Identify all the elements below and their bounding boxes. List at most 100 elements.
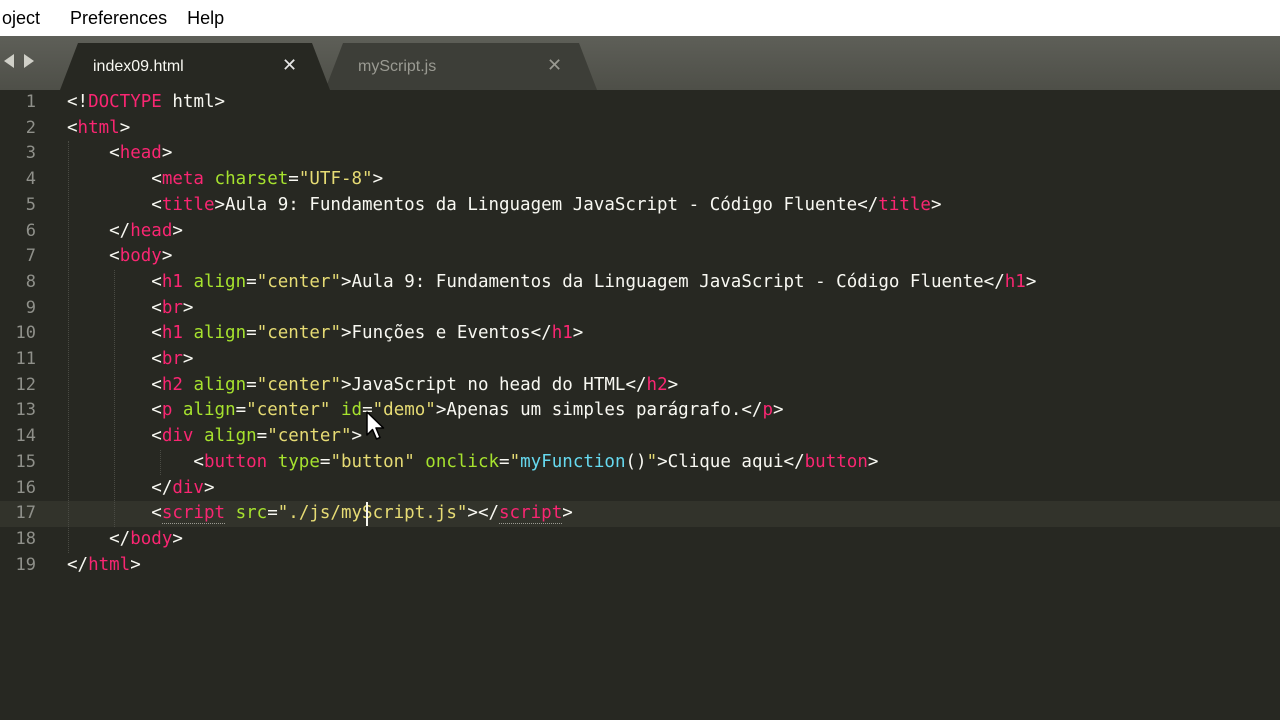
line-number: 14 — [15, 426, 36, 447]
code-token: > — [182, 349, 194, 369]
code-token: title — [878, 194, 931, 215]
code-token: > — [161, 246, 173, 267]
code-token: body — [130, 528, 173, 549]
line-number: 1 — [25, 92, 36, 112]
code-line[interactable]: 3 <head> — [0, 141, 1280, 167]
tab-index09[interactable]: index09.html ✕ — [60, 43, 330, 90]
code-token: "center" — [267, 426, 352, 447]
code-token: < — [67, 117, 78, 138]
code-token: > — [667, 374, 679, 395]
code-line[interactable]: 15 <button type="button" onclick="myFunc… — [0, 450, 1280, 476]
line-number: 9 — [25, 297, 36, 318]
code-token: </ — [67, 220, 131, 241]
code-token: align — [182, 400, 236, 421]
code-line[interactable]: 8 <h1 align="center">Aula 9: Fundamentos… — [0, 270, 1280, 296]
code-token: >Apenas um simples parágrafo.</ — [435, 400, 763, 421]
code-line[interactable]: 5 <title>Aula 9: Fundamentos da Linguage… — [0, 193, 1280, 219]
code-token: = — [499, 451, 510, 472]
code-token: button — [203, 451, 268, 472]
code-token: "center" — [246, 400, 331, 421]
mouse-pointer-icon — [366, 411, 385, 440]
code-line[interactable]: 10 <h1 align="center">Funções e Eventos<… — [0, 321, 1280, 347]
code-line[interactable]: 1 <!DOCTYPE html> — [0, 90, 1280, 116]
code-text: <br> — [67, 296, 193, 322]
code-token: head — [119, 143, 162, 164]
line-number: 8 — [25, 271, 36, 292]
line-number: 17 — [15, 503, 36, 524]
code-token: title — [161, 194, 215, 215]
code-token: h1 — [161, 271, 183, 292]
code-token: h1 — [1004, 271, 1026, 292]
menu-preferences[interactable]: Preferences — [60, 0, 177, 36]
code-text: <html> — [67, 116, 130, 142]
code-text: <p align="center" id="demo">Apenas um si… — [67, 398, 783, 424]
code-line[interactable]: 7 <body> — [0, 244, 1280, 270]
close-icon[interactable]: ✕ — [547, 55, 562, 76]
code-token: type — [277, 451, 320, 472]
tab-nav — [4, 54, 34, 68]
code-token: script — [161, 503, 226, 525]
code-token: = — [246, 374, 257, 395]
code-token: br — [161, 349, 183, 369]
chevron-left-icon[interactable] — [4, 54, 14, 68]
code-line[interactable]: 9 <br> — [0, 296, 1280, 322]
tab-myscript[interactable]: myScript.js ✕ — [325, 43, 597, 90]
code-line[interactable]: 14 <div align="center"> — [0, 424, 1280, 450]
code-token: < — [67, 143, 120, 164]
code-token: () — [625, 451, 647, 472]
code-text: <script src="./js/myScript.js"></script> — [67, 501, 573, 527]
code-token: > — [930, 194, 942, 215]
code-token: "center" — [256, 323, 341, 344]
line-number: 2 — [25, 117, 36, 138]
line-number: 11 — [15, 349, 36, 369]
code-token: ></ — [467, 503, 500, 524]
code-token: < — [67, 246, 120, 267]
code-token: > — [172, 220, 183, 241]
code-token: >Aula 9: Fundamentos da Linguagem JavaSc… — [340, 271, 1005, 292]
line-number: 6 — [25, 220, 36, 241]
chevron-right-icon[interactable] — [24, 54, 34, 68]
menu-bar: oject Preferences Help — [0, 0, 1280, 36]
code-token: > — [130, 554, 141, 575]
menu-help[interactable]: Help — [177, 0, 234, 36]
code-token: >JavaScript no head do HTML</ — [340, 374, 647, 395]
code-line[interactable]: 11 <br> — [0, 347, 1280, 373]
code-token: src — [235, 503, 268, 524]
code-token: > — [572, 323, 584, 344]
menu-project[interactable]: oject — [0, 0, 60, 36]
close-icon[interactable]: ✕ — [282, 55, 297, 76]
code-token: "center" — [256, 271, 341, 292]
code-line[interactable]: 6 </head> — [0, 219, 1280, 245]
code-line[interactable]: 18 </body> — [0, 527, 1280, 553]
code-token: align — [203, 426, 257, 447]
code-token: > — [203, 477, 215, 498]
tab-bar: myScript.js ✕ index09.html ✕ — [0, 36, 1280, 90]
code-token: div — [161, 426, 194, 447]
code-token: "center" — [256, 374, 341, 395]
line-number: 12 — [15, 374, 36, 395]
code-line[interactable]: 12 <h2 align="center">JavaScript no head… — [0, 373, 1280, 399]
code-token: > — [119, 117, 131, 138]
code-editor[interactable]: 1 <!DOCTYPE html> 2 <html> 3 <head> 4 <meta c… — [0, 90, 1280, 720]
code-line[interactable]: 4 <meta charset="UTF-8"> — [0, 167, 1280, 193]
code-line[interactable]: 13 <p align="center" id="demo">Apenas um… — [0, 398, 1280, 424]
code-line[interactable]: 19 </html> — [0, 553, 1280, 579]
code-line[interactable]: 2 <html> — [0, 116, 1280, 142]
code-text: <h2 align="center">JavaScript no head do… — [67, 373, 678, 399]
code-token: align — [193, 374, 247, 395]
code-token: = — [256, 426, 268, 447]
code-token: h2 — [161, 374, 183, 395]
code-token: div — [172, 477, 204, 498]
code-token: <! — [67, 92, 89, 112]
code-line[interactable]: 17 <script src="./js/myScript.js"></scri… — [0, 501, 1280, 527]
code-line[interactable]: 16 </div> — [0, 476, 1280, 502]
code-token: html — [88, 554, 131, 575]
code-token: head — [130, 220, 173, 241]
line-number: 16 — [15, 477, 36, 498]
code-token: = — [246, 271, 257, 292]
